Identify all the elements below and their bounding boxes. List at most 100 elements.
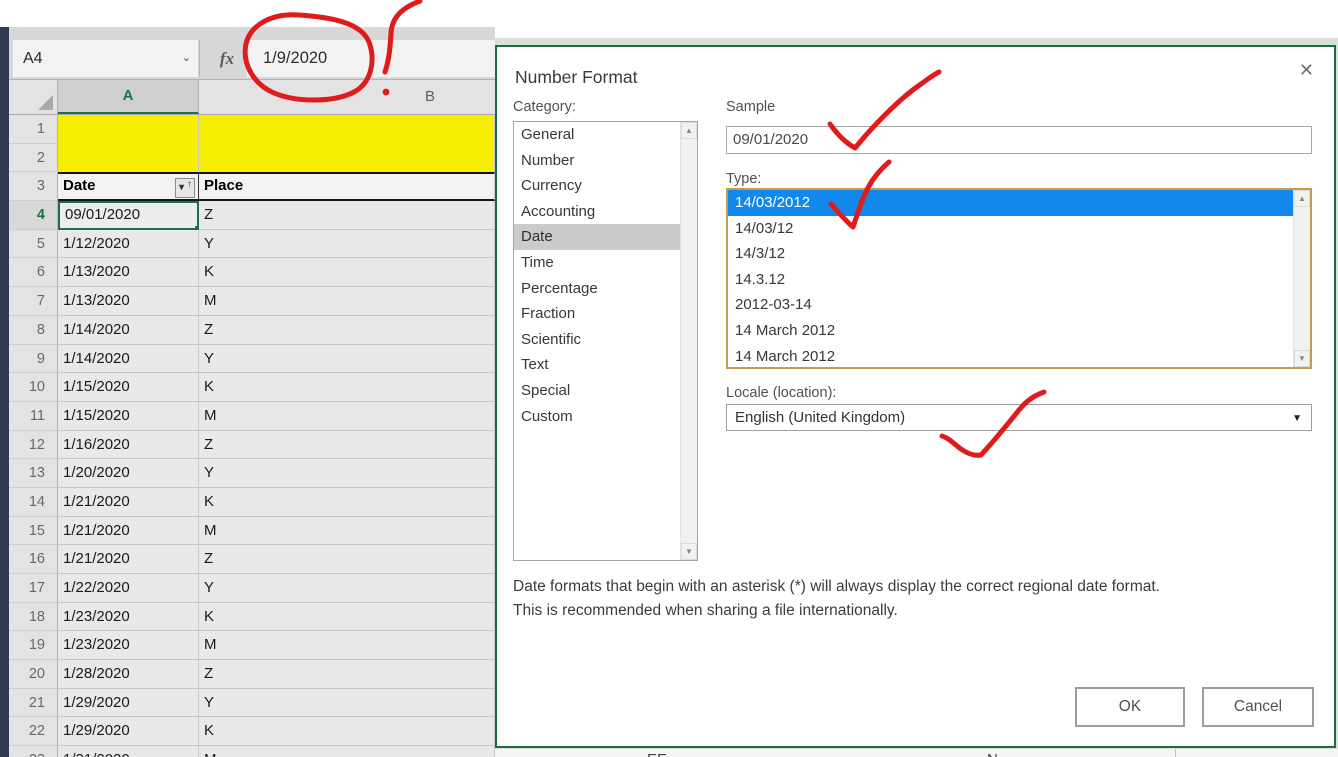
category-item-time[interactable]: Time [514,250,680,276]
category-item-number[interactable]: Number [514,148,680,174]
cell-A1[interactable] [58,115,199,144]
category-item-date[interactable]: Date [514,224,680,250]
cell-A9[interactable]: 1/14/2020 [58,344,199,374]
cell-A5[interactable]: 1/12/2020 [58,229,199,259]
row-number-7[interactable]: 7 [9,287,58,316]
cell-B15[interactable]: M [199,516,495,546]
cell-A6[interactable]: 1/13/2020 [58,258,199,288]
fx-icon[interactable]: fx [209,40,245,77]
cell-A11[interactable]: 1/15/2020 [58,401,199,431]
category-listbox[interactable]: General Number Currency Accounting Date Time P… [513,121,698,561]
type-scrollbar[interactable]: ▲ ▼ [1293,190,1310,367]
cell-B9[interactable]: Y [199,344,495,374]
chevron-down-icon[interactable]: ⌄ [182,40,191,77]
type-item-1[interactable]: 14/03/12 [728,216,1293,242]
cancel-button[interactable]: Cancel [1202,687,1314,727]
ok-button[interactable]: OK [1075,687,1185,727]
cell-A8[interactable]: 1/14/2020 [58,315,199,345]
cell-A10[interactable]: 1/15/2020 [58,373,199,402]
row-number-20[interactable]: 20 [9,660,58,689]
cell-A19[interactable]: 1/23/2020 [58,631,199,661]
row-number-5[interactable]: 5 [9,229,58,259]
scroll-down-icon[interactable]: ▼ [1294,350,1310,367]
select-all-corner[interactable] [9,80,58,114]
scroll-up-icon[interactable]: ▲ [1294,190,1310,207]
locale-dropdown[interactable]: English (United Kingdom) ▼ [726,404,1312,431]
cell-B12[interactable]: Z [199,430,495,460]
row-number-8[interactable]: 8 [9,315,58,345]
column-header-b[interactable]: B [199,80,495,114]
row-number-11[interactable]: 11 [9,401,58,431]
cell-B8[interactable]: Z [199,315,495,345]
type-item-4[interactable]: 2012-03-14 [728,292,1293,318]
row-number-17[interactable]: 17 [9,574,58,603]
row-number-3[interactable]: 3 [9,172,58,202]
cell-B16[interactable]: Z [199,545,495,574]
row-number-23[interactable]: 23 [9,746,58,757]
cell-B14[interactable]: K [199,487,495,517]
category-scrollbar[interactable]: ▲ ▼ [680,122,697,560]
type-item-3[interactable]: 14.3.12 [728,267,1293,293]
cell-B10[interactable]: K [199,373,495,402]
cell-A13[interactable]: 1/20/2020 [58,459,199,488]
category-item-scientific[interactable]: Scientific [514,327,680,353]
cell-B21[interactable]: Y [199,688,495,718]
cell-B22[interactable]: K [199,717,495,747]
row-number-18[interactable]: 18 [9,602,58,632]
filter-sort-icon[interactable]: ▾ ↑ [175,178,195,199]
type-listbox[interactable]: 14/03/2012 14/03/12 14/3/12 14.3.12 2012-03-… [726,188,1312,369]
cell-B13[interactable]: Y [199,459,495,488]
type-item-0[interactable]: 14/03/2012 [728,190,1293,216]
cell-A20[interactable]: 1/28/2020 [58,660,199,689]
cell-B5[interactable]: Y [199,229,495,259]
type-item-2[interactable]: 14/3/12 [728,241,1293,267]
cell-B2[interactable] [199,143,495,173]
cell-A18[interactable]: 1/23/2020 [58,602,199,632]
row-number-19[interactable]: 19 [9,631,58,661]
row-number-22[interactable]: 22 [9,717,58,747]
cell-A2[interactable] [58,143,199,173]
cell-A12[interactable]: 1/16/2020 [58,430,199,460]
cell-A7[interactable]: 1/13/2020 [58,287,199,316]
cell-B3[interactable]: Place [199,172,495,202]
category-item-general[interactable]: General [514,122,680,148]
row-number-13[interactable]: 13 [9,459,58,488]
category-item-percentage[interactable]: Percentage [514,276,680,302]
formula-bar-input[interactable]: 1/9/2020 [247,40,495,77]
category-item-text[interactable]: Text [514,352,680,378]
category-item-custom[interactable]: Custom [514,404,680,430]
row-number-2[interactable]: 2 [9,143,58,173]
scroll-up-icon[interactable]: ▲ [681,122,697,139]
row-number-14[interactable]: 14 [9,487,58,517]
cell-A14[interactable]: 1/21/2020 [58,487,199,517]
cell-B23[interactable]: M [199,746,495,757]
cell-B7[interactable]: M [199,287,495,316]
row-number-15[interactable]: 15 [9,516,58,546]
row-number-6[interactable]: 6 [9,258,58,288]
cell-A21[interactable]: 1/29/2020 [58,688,199,718]
category-item-accounting[interactable]: Accounting [514,199,680,225]
row-number-21[interactable]: 21 [9,688,58,718]
cell-A15[interactable]: 1/21/2020 [58,516,199,546]
row-number-1[interactable]: 1 [9,115,58,144]
row-number-12[interactable]: 12 [9,430,58,460]
name-box[interactable]: A4 ⌄ [13,40,198,77]
cell-A22[interactable]: 1/29/2020 [58,717,199,747]
cell-B17[interactable]: Y [199,574,495,603]
cell-B6[interactable]: K [199,258,495,288]
cell-A17[interactable]: 1/22/2020 [58,574,199,603]
cell-B4[interactable]: Z [199,201,495,230]
cell-B11[interactable]: M [199,401,495,431]
cell-A16[interactable]: 1/21/2020 [58,545,199,574]
row-number-9[interactable]: 9 [9,344,58,374]
close-icon[interactable]: ✕ [1299,60,1314,81]
cell-A3[interactable]: Date ▾ ↑ [58,172,199,202]
category-item-special[interactable]: Special [514,378,680,404]
category-item-currency[interactable]: Currency [514,173,680,199]
type-item-6[interactable]: 14 March 2012 [728,344,1293,370]
cell-B19[interactable]: M [199,631,495,661]
cell-A4[interactable]: 09/01/2020 [58,201,199,230]
cell-B18[interactable]: K [199,602,495,632]
row-number-4[interactable]: 4 [9,201,58,230]
cell-A23[interactable]: 1/31/2020 [58,746,199,757]
